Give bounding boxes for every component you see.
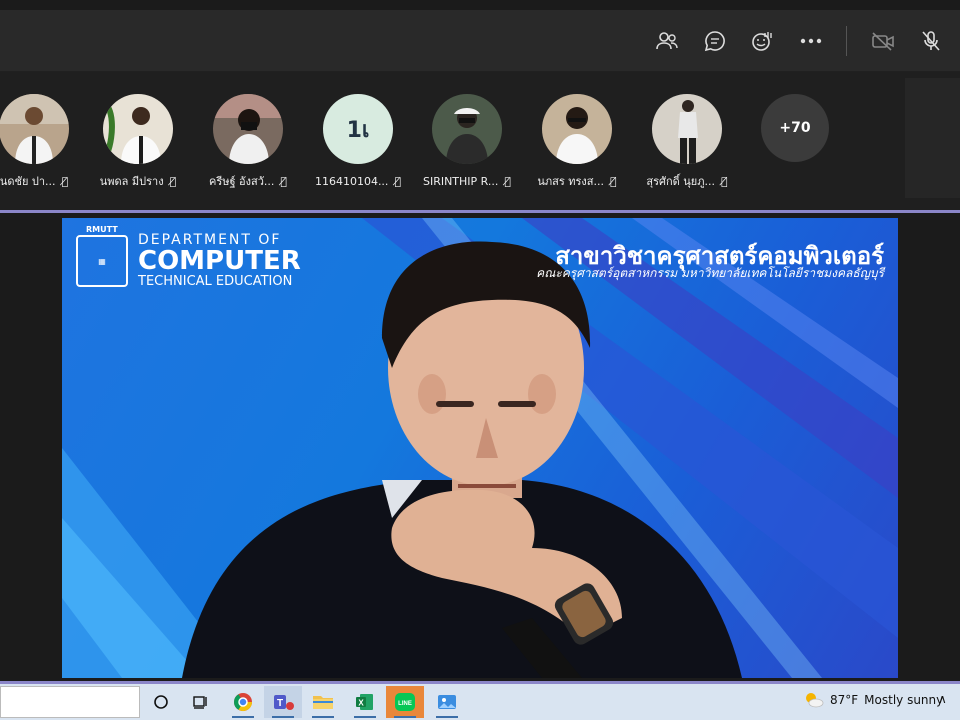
running-indicator [354,716,376,718]
excel-icon: X [356,694,373,710]
avatar [542,94,612,164]
taskbar-line[interactable]: LINE [386,686,424,718]
dept-line3: TECHNICAL EDUCATION [138,274,293,289]
photos-icon [438,695,456,709]
avatar [103,94,173,164]
mic-off-icon: 🎙̸ [394,174,402,188]
participant-name: นพดล มีปราง 🎙̸ [99,174,177,189]
chip-logo-icon: RMUTT ▦ [76,225,128,287]
participant-name: สุรศักดิ์ นุยภู... 🎙̸ [646,174,728,189]
mic-off-icon: 🎙̸ [610,174,617,188]
mic-off-icon: 🎙̸ [280,174,288,188]
svg-text:LINE: LINE [398,701,412,707]
taskbar-excel[interactable]: X [346,686,384,718]
people-icon [656,32,678,50]
mic-off-icon [922,31,940,51]
task-view-button[interactable] [182,686,220,718]
meeting-toolbar [0,0,960,72]
taskbar-file-explorer[interactable] [304,686,342,718]
taskbar-chrome[interactable] [224,686,262,718]
running-indicator [232,716,254,718]
windows-taskbar: T X LINE 87°F Mostly sunny ∧ [0,684,960,720]
camera-off-icon [872,32,894,51]
taskbar-app[interactable] [428,686,466,718]
strip-side-panel [905,78,960,198]
department-logo: RMUTT ▦ DEPARTMENT OF COMPUTER TECHNICAL… [76,225,301,290]
task-view-icon [193,696,207,709]
taskbar-teams[interactable]: T [264,686,302,718]
participant-name: ครีษฐ์ อังสวั... 🎙̸ [208,174,288,189]
more-actions-button[interactable] [796,26,826,56]
weather-text: Mostly sunny [864,693,944,707]
chat-icon [704,31,725,52]
logo-top-text: RMUTT [86,225,118,234]
more-participants-count: +70 [761,94,829,162]
svg-text:X: X [358,699,364,708]
camera-toggle-button[interactable] [868,26,898,56]
cortana-button[interactable] [142,686,180,718]
chrome-icon [234,693,252,712]
taskbar-search-box[interactable] [0,686,140,718]
participant-name: นดชัย ปา... 🎙̸ [0,174,69,189]
dept-line2: COMPUTER [138,246,301,276]
video-stage: RMUTT ▦ DEPARTMENT OF COMPUTER TECHNICAL… [0,210,960,684]
mic-toggle-button[interactable] [916,26,946,56]
participant-name: SIRINTHIP R... 🎙̸ [422,174,512,188]
avatar [652,94,722,164]
running-indicator [272,716,294,718]
teams-icon: T [274,695,294,710]
participant-name: 116410104... 🎙̸ [314,174,402,188]
mic-off-icon: 🎙̸ [504,174,512,188]
svg-text:T: T [277,698,283,709]
mic-off-icon: 🎙̸ [169,174,177,188]
presenter-video: RMUTT ▦ DEPARTMENT OF COMPUTER TECHNICAL… [62,218,898,678]
chat-button[interactable] [700,26,730,56]
mic-off-icon: 🎙̸ [721,174,728,188]
more-icon [800,38,822,44]
weather-temp: 87°F [830,693,859,707]
toolbar-separator [846,26,847,56]
raise-hand-icon [752,32,772,51]
reactions-button[interactable] [748,26,778,56]
avatar-initials: 1เ [323,94,393,164]
line-app-icon: LINE [395,693,415,711]
cortana-circle-icon [154,695,168,709]
running-indicator [394,716,416,718]
running-indicator [436,716,458,718]
teams-meeting-window: นดชัย ปา... 🎙̸ นพดล มีปราง 🎙̸ ครีษฐ์ อังสว… [0,0,960,720]
thai-subtitle: คณะครุศาสตร์อุตสาหกรรม มหาวิทยาลัยเทคโนโ… [536,266,884,280]
participant-name: นภสร ทรงส... 🎙̸ [537,174,617,189]
mic-off-icon: 🎙̸ [61,174,69,188]
folder-icon [313,696,333,709]
tray-chevron-up-icon[interactable]: ∧ [938,692,947,706]
running-indicator [312,716,334,718]
partly-sunny-icon [806,693,824,708]
avatar [0,94,69,164]
participants-button[interactable] [652,26,682,56]
title-strip [0,0,960,10]
avatar [432,94,502,164]
participant-strip: นดชัย ปา... 🎙̸ นพดล มีปราง 🎙̸ ครีษฐ์ อังสว… [0,72,960,210]
weather-widget[interactable]: 87°F Mostly sunny [804,692,943,708]
avatar [213,94,283,164]
